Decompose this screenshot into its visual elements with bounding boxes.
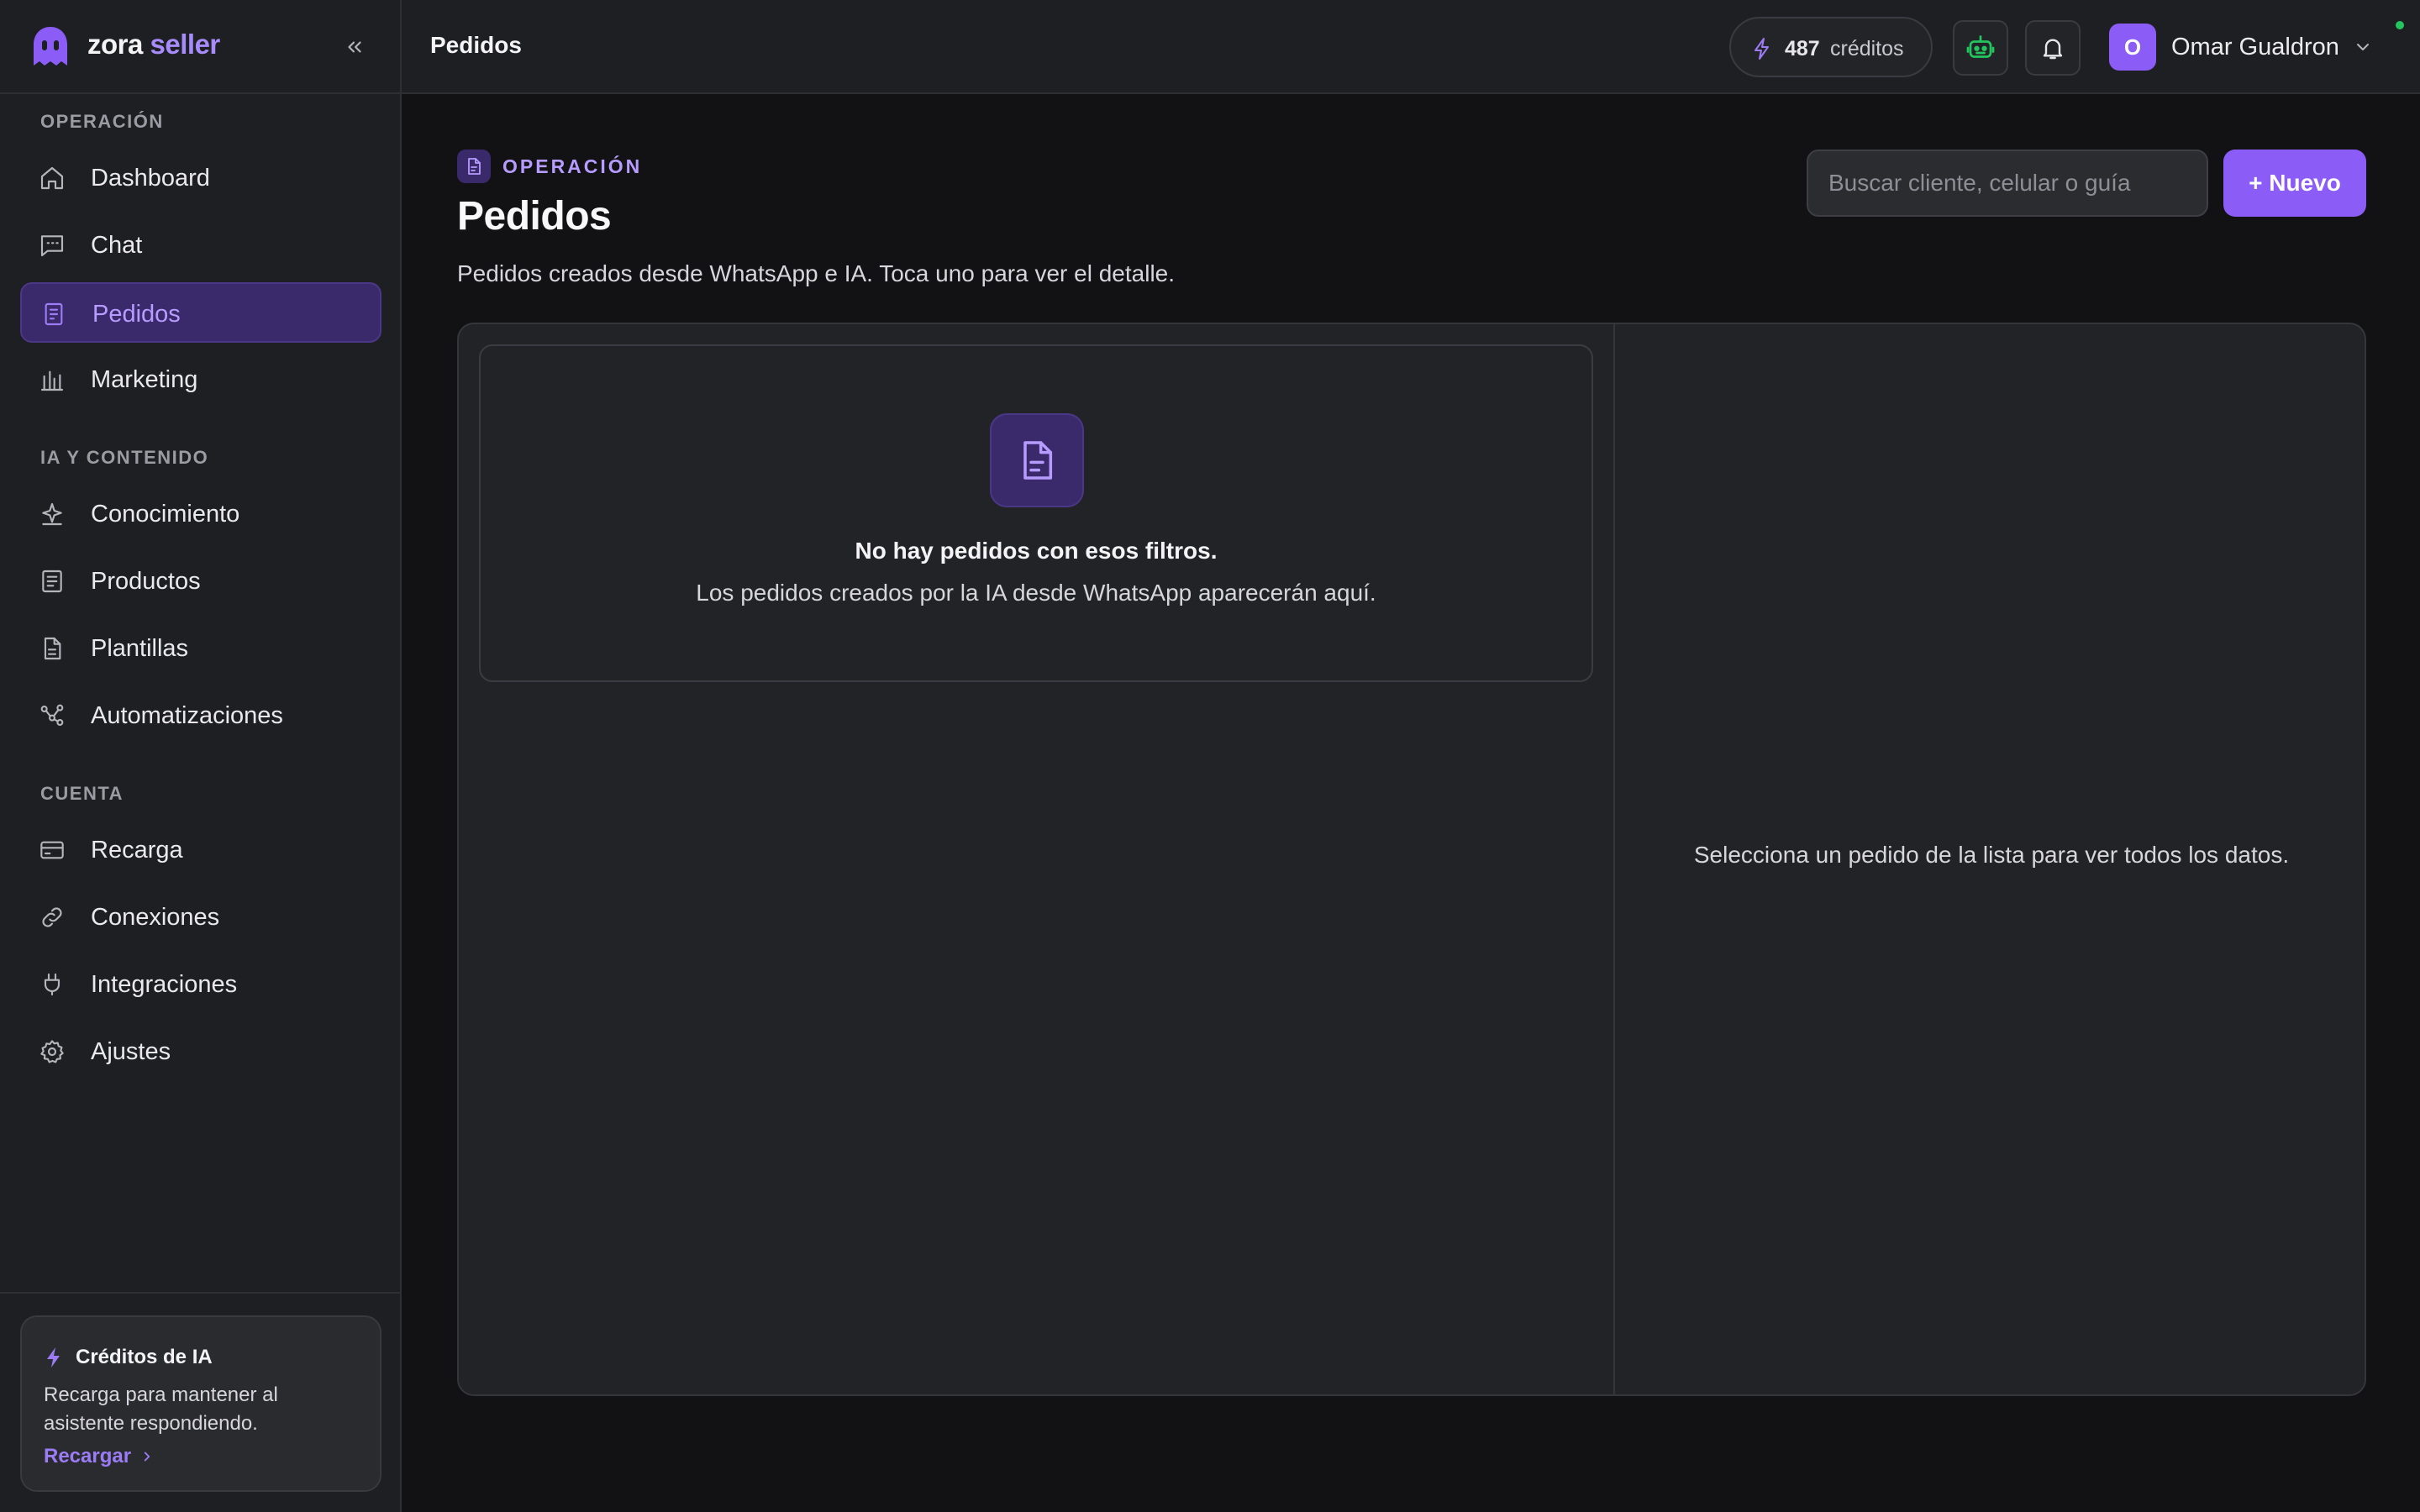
sidebar-divider (0, 1292, 400, 1294)
notifications-button[interactable] (2025, 20, 2081, 76)
brand-name-primary: zora (87, 29, 143, 60)
sidebar-item-pedidos[interactable]: Pedidos (20, 282, 381, 343)
lightning-icon (47, 1347, 60, 1368)
sidebar-item-marketing[interactable]: Marketing (20, 349, 381, 410)
user-menu[interactable]: O Omar Gualdron (2109, 22, 2373, 72)
chevron-down-icon (2356, 44, 2369, 50)
sidebar: zora seller OPERACIÓN Dashboard Chat Ped… (0, 0, 402, 1512)
sidebar-item-integraciones[interactable]: Integraciones (20, 954, 381, 1015)
recharge-link[interactable]: Recargar (44, 1445, 155, 1468)
topbar: Pedidos 487 créditos O Omar Gualdron (402, 0, 2420, 94)
avatar: O (2109, 24, 2156, 71)
sidebar-item-automatizaciones[interactable]: Automatizaciones (20, 685, 381, 746)
empty-state-text: Los pedidos creados por la IA desde What… (696, 580, 1376, 606)
sidebar-item-label: Chat (91, 232, 143, 259)
workflow-icon (40, 704, 64, 727)
credits-card-title: Créditos de IA (76, 1346, 213, 1368)
document-icon (1023, 441, 1053, 480)
section-title-operacion: OPERACIÓN (40, 111, 164, 132)
order-detail-placeholder: Selecciona un pedido de la lista para ve… (1693, 842, 2290, 868)
page-title: Pedidos (457, 194, 612, 239)
online-status-dot (2393, 18, 2407, 32)
new-order-button[interactable]: + Nuevo (2223, 150, 2366, 217)
sidebar-item-label: Pedidos (92, 301, 181, 328)
eyebrow-label: OPERACIÓN (502, 155, 643, 177)
user-name: Omar Gualdron (2171, 33, 2339, 60)
brand-header: zora seller (0, 0, 400, 94)
link-icon (42, 907, 62, 927)
sparkle-icon (42, 502, 62, 526)
brand-name-accent: seller (150, 29, 221, 60)
sidebar-item-ajustes[interactable]: Ajustes (20, 1021, 381, 1082)
document-icon (468, 158, 481, 175)
bank-icon (40, 370, 64, 391)
ghost-logo-icon (34, 27, 67, 66)
topbar-title: Pedidos (430, 32, 522, 58)
section-title-ia-contenido: IA Y CONTENIDO (40, 447, 209, 468)
empty-state-badge (990, 413, 1084, 507)
credit-card-icon (40, 841, 64, 859)
ai-credits-card: Créditos de IA Recarga para mantener al … (20, 1315, 381, 1492)
collapse-sidebar-button[interactable] (338, 30, 371, 64)
bell-icon (2043, 39, 2063, 60)
orders-panel: No hay pedidos con esos filtros. Los ped… (457, 323, 2366, 1396)
home-icon (40, 166, 64, 190)
brand-name: zora seller (87, 29, 220, 60)
sidebar-item-label: Dashboard (91, 165, 210, 192)
chevron-right-icon (144, 1452, 150, 1462)
document-icon (45, 302, 63, 326)
section-title-cuenta: CUENTA (40, 783, 124, 804)
sidebar-item-label: Conocimiento (91, 501, 240, 528)
lightning-icon (1754, 38, 1769, 60)
page-eyebrow: OPERACIÓN (457, 150, 642, 183)
eyebrow-badge (457, 150, 491, 183)
sidebar-item-chat[interactable]: Chat (20, 215, 381, 276)
file-icon (44, 637, 61, 660)
app-root: zora seller OPERACIÓN Dashboard Chat Ped… (0, 0, 2420, 1512)
credits-card-text: Recarga para mantener al asistente respo… (44, 1383, 278, 1435)
chevrons-left-icon (348, 41, 361, 53)
credits-value: 487 (1785, 37, 1820, 60)
credits-unit: créditos (1830, 37, 1904, 60)
sidebar-item-label: Conexiones (91, 904, 220, 931)
sidebar-item-label: Recarga (91, 837, 183, 864)
sidebar-item-conocimiento[interactable]: Conocimiento (20, 484, 381, 544)
credits-balance-pill[interactable]: 487 créditos (1729, 17, 1933, 77)
page-subtitle: Pedidos creados desde WhatsApp e IA. Toc… (457, 260, 1176, 286)
sidebar-item-dashboard[interactable]: Dashboard (20, 148, 381, 208)
orders-empty-state: No hay pedidos con esos filtros. Los ped… (479, 344, 1593, 682)
book-icon (42, 570, 62, 593)
sidebar-item-label: Plantillas (91, 635, 189, 662)
sidebar-item-recarga[interactable]: Recarga (20, 820, 381, 880)
chat-icon (40, 235, 64, 257)
sidebar-item-label: Productos (91, 568, 201, 595)
sidebar-item-label: Integraciones (91, 971, 238, 998)
robot-icon (1966, 35, 1995, 58)
sidebar-item-label: Automatizaciones (91, 702, 283, 729)
ai-assistant-button[interactable] (1953, 20, 2008, 76)
search-input[interactable] (1807, 150, 2208, 217)
empty-state-title: No hay pedidos con esos filtros. (855, 538, 1218, 564)
main-content: OPERACIÓN Pedidos Pedidos creados desde … (402, 96, 2420, 1512)
sidebar-item-plantillas[interactable]: Plantillas (20, 618, 381, 679)
sidebar-item-label: Ajustes (91, 1038, 171, 1065)
sidebar-item-conexiones[interactable]: Conexiones (20, 887, 381, 948)
recharge-link-label: Recargar (44, 1445, 132, 1467)
plug-icon (44, 973, 60, 996)
gear-icon (40, 1040, 64, 1063)
sidebar-item-productos[interactable]: Productos (20, 551, 381, 612)
sidebar-item-label: Marketing (91, 366, 198, 393)
